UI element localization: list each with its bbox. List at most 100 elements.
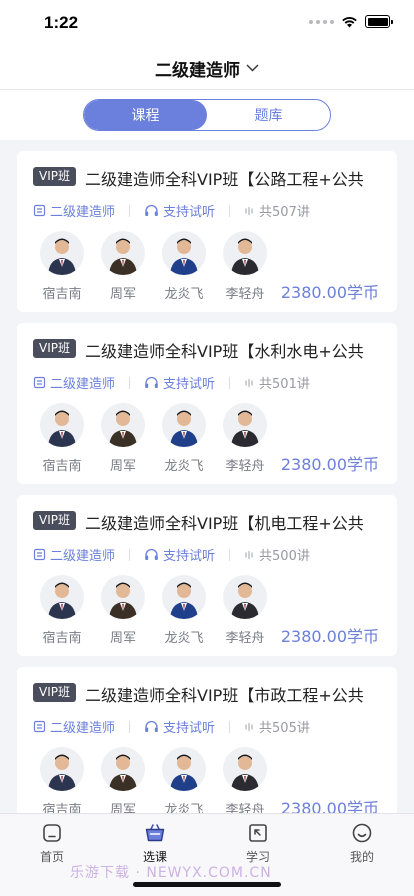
tab-home[interactable]: 首页 [22,822,82,865]
course-meta: 二级建造师 支持试听 共501讲 [33,373,310,392]
divider [129,720,131,733]
tab-study[interactable]: 学习 [228,822,288,865]
book-icon [33,720,46,733]
headphones-icon [145,204,158,216]
course-title: 二级建造师全科VIP班【机电工程+公共 [85,514,364,533]
category-tag: 二级建造师 [33,717,115,736]
vip-badge: VIP班 [33,339,76,358]
teacher: 李轻舟 [216,747,274,818]
lesson-count-label: 共501讲 [259,377,310,392]
audio-wave-icon [245,206,253,215]
status-bar: 1:22 [0,0,414,48]
teacher: 宿吉南 [33,575,91,646]
teacher-avatar [101,403,145,447]
divider [129,548,131,561]
teacher: 宿吉南 [33,747,91,818]
lesson-count: 共501讲 [244,373,310,392]
course-price: 2380.00学币 [280,283,379,302]
category-label: 二级建造师 [50,205,116,220]
chevron-down-icon [246,64,259,71]
course-list: VIP班 二级建造师全科VIP班【公路工程+公共 二级建造师 支持试听 共507… [17,151,397,839]
trial-label: 支持试听 [163,377,216,392]
battery-icon [365,15,393,28]
teacher-avatar [223,231,267,275]
audio-wave-icon [245,378,253,387]
teacher: 李轻舟 [216,575,274,646]
teacher: 周军 [94,231,152,302]
teacher-avatar [101,575,145,619]
segment-control: 课程 题库 [83,99,331,131]
audio-wave-icon [245,550,253,559]
basket-icon [145,824,165,842]
teacher-avatar [223,575,267,619]
audio-wave-icon [245,722,253,731]
course-meta: 二级建造师 支持试听 共505讲 [33,717,310,736]
headphones-icon [145,548,158,560]
course-card[interactable]: VIP班 二级建造师全科VIP班【水利水电+公共 二级建造师 支持试听 共501… [17,323,397,484]
trial-tag: 支持试听 [144,373,215,392]
course-card[interactable]: VIP班 二级建造师全科VIP班【机电工程+公共 二级建造师 支持试听 共500… [17,495,397,656]
category-label: 二级建造师 [50,377,116,392]
teacher-name: 周军 [109,459,136,474]
category-label: 二级建造师 [50,721,116,736]
teacher-list: 宿吉南 周军 龙炎飞 李轻舟 [33,575,277,646]
course-price: 2380.00学币 [280,627,379,646]
watermark: 乐游下载 · NEWYX.COM.CN [70,865,272,881]
teacher-name: 李轻舟 [225,459,265,474]
course-card[interactable]: VIP班 二级建造师全科VIP班【公路工程+公共 二级建造师 支持试听 共507… [17,151,397,312]
teacher-name: 李轻舟 [225,631,265,646]
divider [229,548,231,561]
lesson-count-label: 共507讲 [259,205,310,220]
teacher: 龙炎飞 [155,575,213,646]
teacher-list: 宿吉南 周军 龙炎飞 李轻舟 [33,403,277,474]
status-icons [309,15,393,28]
trial-label: 支持试听 [163,205,216,220]
teacher-avatar [162,231,206,275]
divider [129,376,131,389]
teacher-avatar [223,403,267,447]
tab-question-bank[interactable]: 题库 [207,100,330,130]
headphones-icon [145,720,158,732]
teacher: 宿吉南 [33,403,91,474]
teacher: 李轻舟 [216,403,274,474]
teacher-list: 宿吉南 周军 龙炎飞 李轻舟 [33,747,277,818]
teacher: 李轻舟 [216,231,274,302]
teacher-avatar [162,747,206,791]
home-indicator [133,882,281,887]
exam-selector[interactable]: 二级建造师 [155,56,259,81]
category-tag: 二级建造师 [33,201,115,220]
teacher: 龙炎飞 [155,231,213,302]
tab-course-select[interactable]: 选课 [125,822,185,865]
teacher-name: 宿吉南 [42,287,82,302]
teacher: 宿吉南 [33,231,91,302]
header: 二级建造师 [0,48,414,90]
book-icon [33,376,46,389]
teacher-name: 宿吉南 [42,631,82,646]
trial-tag: 支持试听 [144,201,215,220]
teacher: 周军 [94,747,152,818]
tab-courses[interactable]: 课程 [84,100,207,130]
course-price: 2380.00学币 [280,455,379,474]
teacher-name: 宿吉南 [42,459,82,474]
teacher-avatar [162,575,206,619]
divider [229,376,231,389]
teacher-avatar [101,747,145,791]
divider [229,204,231,217]
teacher-avatar [101,231,145,275]
lesson-count: 共500讲 [244,545,310,564]
home-icon [43,824,61,842]
teacher-avatar [40,403,84,447]
tab-mine[interactable]: 我的 [332,822,392,865]
tab-mine-label: 我的 [349,850,374,864]
teacher-name: 龙炎飞 [164,287,204,302]
teacher-avatar [40,231,84,275]
trial-label: 支持试听 [163,549,216,564]
page-title: 二级建造师 [155,61,240,81]
vip-badge: VIP班 [33,683,76,702]
teacher: 龙炎飞 [155,403,213,474]
teacher-name: 周军 [109,631,136,646]
category-tag: 二级建造师 [33,545,115,564]
course-card[interactable]: VIP班 二级建造师全科VIP班【市政工程+公共 二级建造师 支持试听 共505… [17,667,397,828]
lesson-count: 共507讲 [244,201,310,220]
course-title: 二级建造师全科VIP班【市政工程+公共 [85,686,364,705]
